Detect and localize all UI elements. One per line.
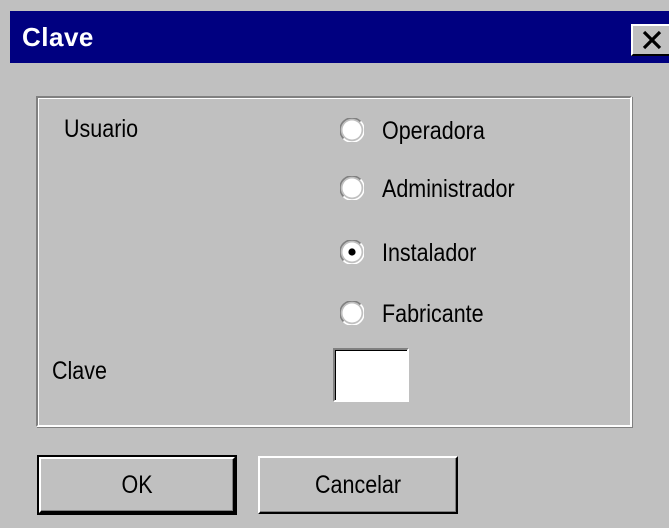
ok-button-label: OK: [121, 471, 153, 499]
radio-label-operadora: Operadora: [382, 117, 485, 145]
password-input[interactable]: [333, 348, 409, 402]
user-label: Usuario: [64, 115, 139, 143]
radio-selected-dot: [348, 248, 356, 256]
ok-button[interactable]: OK: [37, 455, 237, 515]
title-bar[interactable]: Clave: [10, 11, 669, 63]
dialog-window: Clave Usuario Operadora Administrador In…: [0, 0, 669, 528]
radio-label-administrador: Administrador: [382, 175, 515, 203]
radio-button-icon[interactable]: [340, 118, 364, 142]
radio-label-instalador: Instalador: [382, 239, 477, 267]
cancel-button[interactable]: Cancelar: [258, 456, 458, 514]
window-title: Clave: [22, 22, 94, 52]
radio-button-icon[interactable]: [340, 240, 364, 264]
radio-button-icon[interactable]: [340, 176, 364, 200]
close-button[interactable]: [631, 24, 669, 56]
cancel-button-label: Cancelar: [314, 471, 402, 499]
radio-label-fabricante: Fabricante: [382, 300, 484, 328]
radio-button-icon[interactable]: [340, 301, 364, 325]
close-icon: [641, 30, 663, 50]
password-label: Clave: [52, 357, 107, 385]
